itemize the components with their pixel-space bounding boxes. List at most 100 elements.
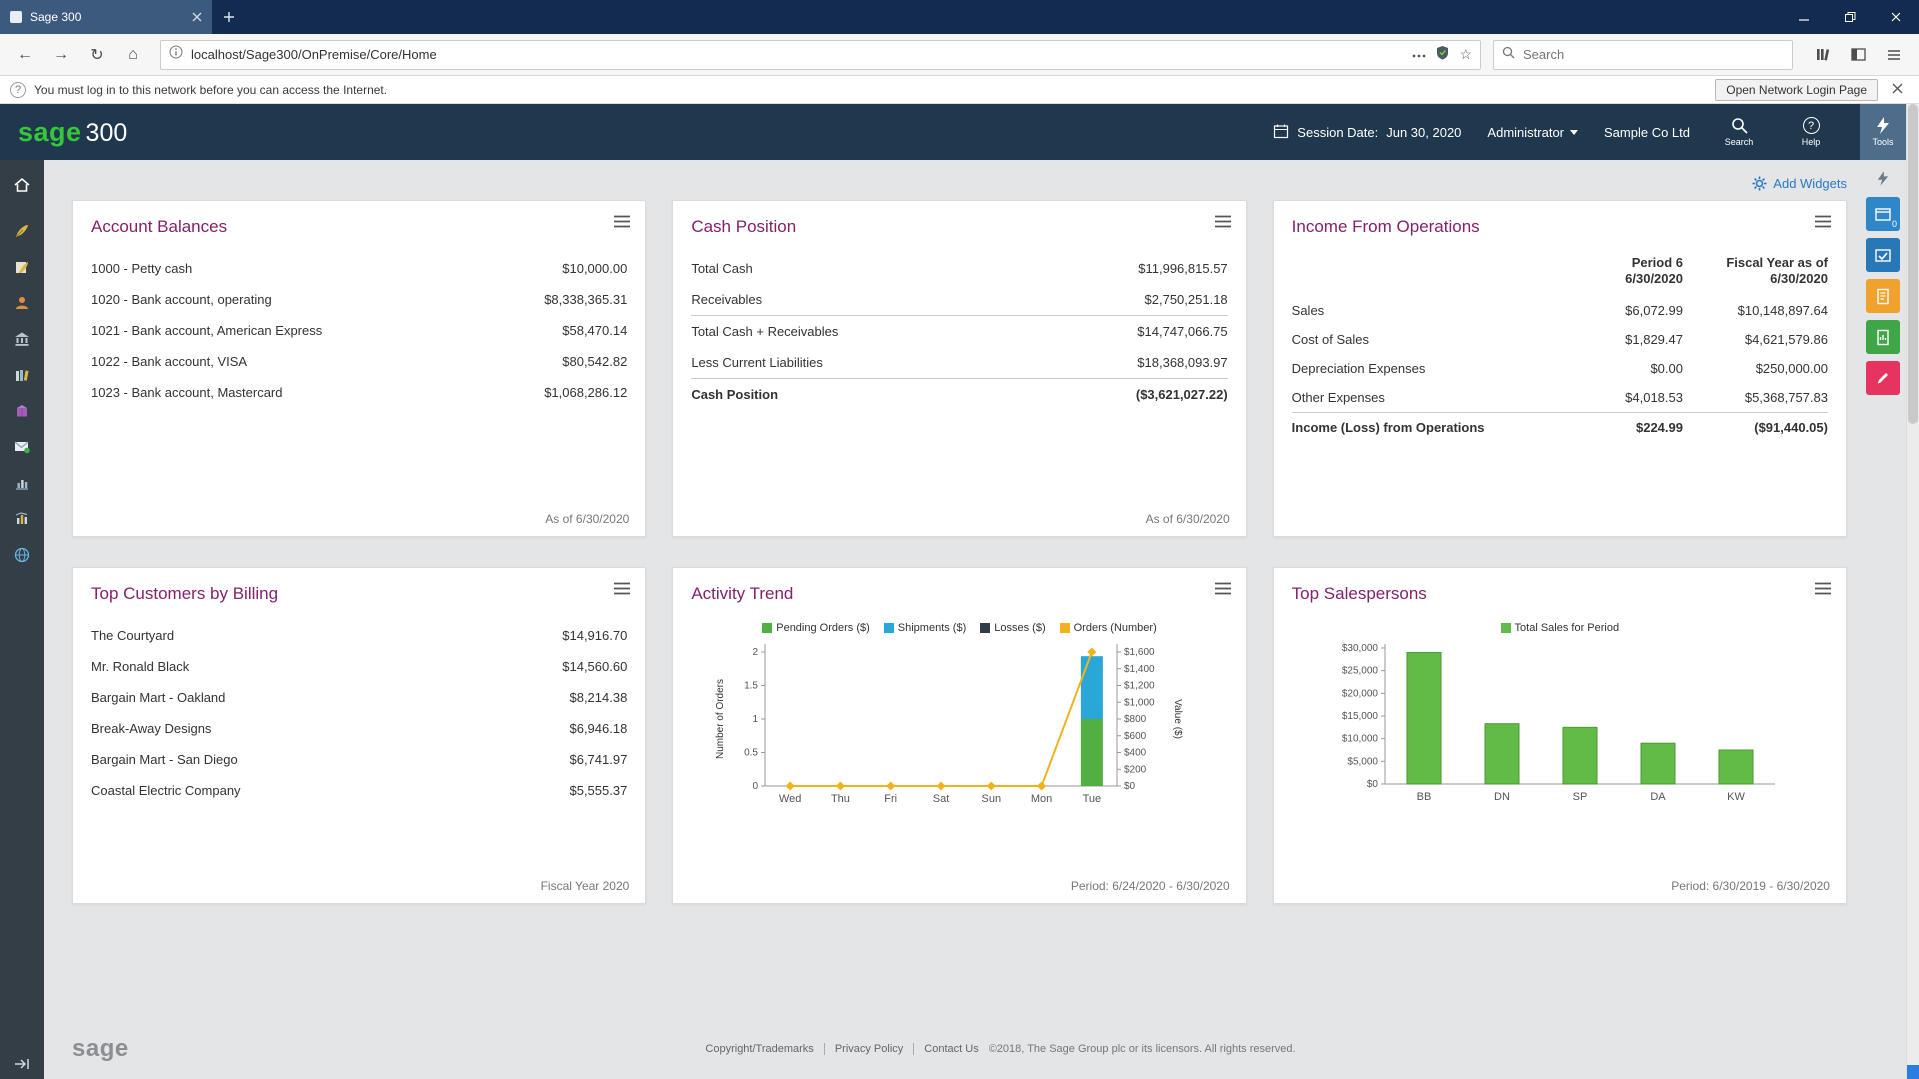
library-icon[interactable] [1807, 40, 1837, 70]
close-window-button[interactable] [1873, 0, 1919, 34]
url-bar[interactable]: localhost/Sage300/OnPremise/Core/Home ☆ [160, 40, 1481, 70]
widget-title: Top Customers by Billing [91, 584, 627, 604]
widget-top-customers: Top Customers by Billing The Courtyard$1… [72, 567, 646, 904]
help-button[interactable]: ? Help [1788, 104, 1834, 160]
widget-menu-icon[interactable] [1814, 582, 1832, 600]
session-date[interactable]: Session Date: Jun 30, 2020 [1273, 123, 1461, 142]
home-icon[interactable] [0, 170, 44, 200]
widget-footer: Period: 6/24/2020 - 6/30/2020 [1071, 879, 1230, 893]
shield-icon[interactable] [1436, 45, 1449, 65]
lightning-icon [1876, 117, 1890, 134]
inventory-books-icon[interactable] [0, 360, 44, 390]
open-windows-icon[interactable]: 0 [1866, 197, 1900, 231]
income-table-header: Period 66/30/2020 Fiscal Year as of6/30/… [1292, 253, 1828, 296]
scrollbar[interactable] [1906, 104, 1919, 1079]
page-actions-icon[interactable] [1412, 46, 1426, 64]
new-tab-button[interactable] [212, 0, 246, 34]
svg-text:DN: DN [1494, 791, 1510, 803]
browser-tab[interactable]: Sage 300 [0, 0, 212, 34]
orange-document-icon[interactable] [1866, 279, 1900, 313]
dashboard-main: Add Widgets Account Balances 1000 - Pett… [44, 160, 1919, 1079]
table-row: Other Expenses$4,018.53$5,368,757.83 [1292, 383, 1828, 412]
svg-text:$25,000: $25,000 [1342, 666, 1379, 677]
customers-icon[interactable] [0, 288, 44, 318]
tools-lightning-icon[interactable] [1866, 166, 1900, 190]
sidebar-toggle-icon[interactable] [1843, 40, 1873, 70]
widget-account-balances: Account Balances 1000 - Petty cash$10,00… [72, 200, 646, 537]
privacy-policy-link[interactable]: Privacy Policy [824, 1043, 913, 1055]
bookmark-star-icon[interactable]: ☆ [1459, 46, 1472, 63]
widget-menu-icon[interactable] [613, 215, 631, 233]
journal-quill-icon[interactable] [0, 252, 44, 282]
svg-text:$10,000: $10,000 [1342, 734, 1379, 745]
purchases-box-icon[interactable] [0, 396, 44, 426]
gl-quill-icon[interactable] [0, 216, 44, 246]
open-network-login-button[interactable]: Open Network Login Page [1715, 79, 1878, 101]
bank-icon[interactable] [0, 324, 44, 354]
reload-button[interactable]: ↻ [82, 40, 112, 70]
back-button[interactable]: ← [10, 40, 40, 70]
widget-menu-icon[interactable] [1214, 215, 1232, 233]
activity-trend-chart: 00.511.52$0$200$400$600$800$1,000$1,200$… [709, 638, 1209, 841]
tab-favicon [10, 11, 22, 23]
menu-icon[interactable] [1879, 40, 1909, 70]
copyright-trademarks-link[interactable]: Copyright/Trademarks [695, 1043, 823, 1055]
table-row-total: Income (Loss) from Operations$224.99($91… [1292, 412, 1828, 442]
svg-text:$600: $600 [1124, 731, 1147, 742]
svg-text:$0: $0 [1124, 781, 1136, 792]
tab-title: Sage 300 [30, 10, 184, 24]
global-search-button[interactable]: Search [1716, 104, 1762, 160]
forward-button[interactable]: → [46, 40, 76, 70]
widget-title: Activity Trend [691, 584, 1227, 604]
svg-text:$15,000: $15,000 [1342, 711, 1379, 722]
table-row: 1000 - Petty cash$10,000.00 [91, 253, 627, 284]
web-globe-icon[interactable] [0, 540, 44, 570]
user-menu[interactable]: Administrator [1487, 125, 1578, 140]
scrollbar-thumb[interactable] [1908, 104, 1918, 424]
table-row: Receivables$2,750,251.18 [691, 284, 1227, 315]
svg-text:$1,200: $1,200 [1124, 681, 1155, 692]
add-widgets-button[interactable]: Add Widgets [72, 166, 1847, 200]
svg-text:SP: SP [1572, 791, 1587, 803]
tools-button[interactable]: Tools [1860, 104, 1906, 160]
analytics-chart-icon[interactable] [0, 504, 44, 534]
table-row: Bargain Mart - Oakland$8,214.38 [91, 682, 627, 713]
svg-text:$200: $200 [1124, 764, 1147, 775]
notification-close-icon[interactable] [1886, 83, 1909, 97]
top-salespersons-legend: Total Sales for Period [1501, 622, 1620, 634]
notes-pencil-icon[interactable] [1866, 361, 1900, 395]
contact-us-link[interactable]: Contact Us [913, 1043, 988, 1055]
tab-close-icon[interactable] [192, 12, 202, 22]
site-info-icon[interactable] [169, 45, 183, 64]
widget-income-from-operations: Income From Operations Period 66/30/2020… [1273, 200, 1847, 537]
svg-text:DA: DA [1650, 791, 1666, 803]
reports-chart-icon[interactable] [0, 468, 44, 498]
svg-text:$1,600: $1,600 [1124, 647, 1155, 658]
svg-text:Number of Orders: Number of Orders [715, 679, 726, 759]
income-table: Period 66/30/2020 Fiscal Year as of6/30/… [1292, 253, 1828, 442]
home-button[interactable]: ⌂ [118, 40, 148, 70]
table-row: 1023 - Bank account, Mastercard$1,068,28… [91, 377, 627, 408]
table-row: 1022 - Bank account, VISA$80,542.82 [91, 346, 627, 377]
sidebar-expand-icon[interactable] [0, 1057, 44, 1071]
widget-menu-icon[interactable] [613, 582, 631, 600]
svg-text:$1,000: $1,000 [1124, 697, 1155, 708]
activity-trend-legend: Pending Orders ($)Shipments ($)Losses ($… [762, 622, 1157, 634]
session-date-label: Session Date: [1297, 125, 1378, 140]
svg-text:0: 0 [753, 781, 759, 792]
table-row: 1021 - Bank account, American Express$58… [91, 315, 627, 346]
browser-search[interactable] [1493, 40, 1793, 70]
search-input[interactable] [1521, 46, 1784, 63]
svg-text:$1,400: $1,400 [1124, 664, 1155, 675]
mail-icon[interactable] [0, 432, 44, 462]
table-row: 1020 - Bank account, operating$8,338,365… [91, 284, 627, 315]
widget-menu-icon[interactable] [1814, 215, 1832, 233]
restore-button[interactable] [1827, 0, 1873, 34]
minimize-button[interactable] [1781, 0, 1827, 34]
scroll-indicator [1907, 1065, 1919, 1079]
svg-text:$30,000: $30,000 [1342, 643, 1379, 654]
checked-window-icon[interactable] [1866, 238, 1900, 272]
widget-menu-icon[interactable] [1214, 582, 1232, 600]
svg-text:Fri: Fri [885, 793, 898, 805]
green-report-icon[interactable] [1866, 320, 1900, 354]
